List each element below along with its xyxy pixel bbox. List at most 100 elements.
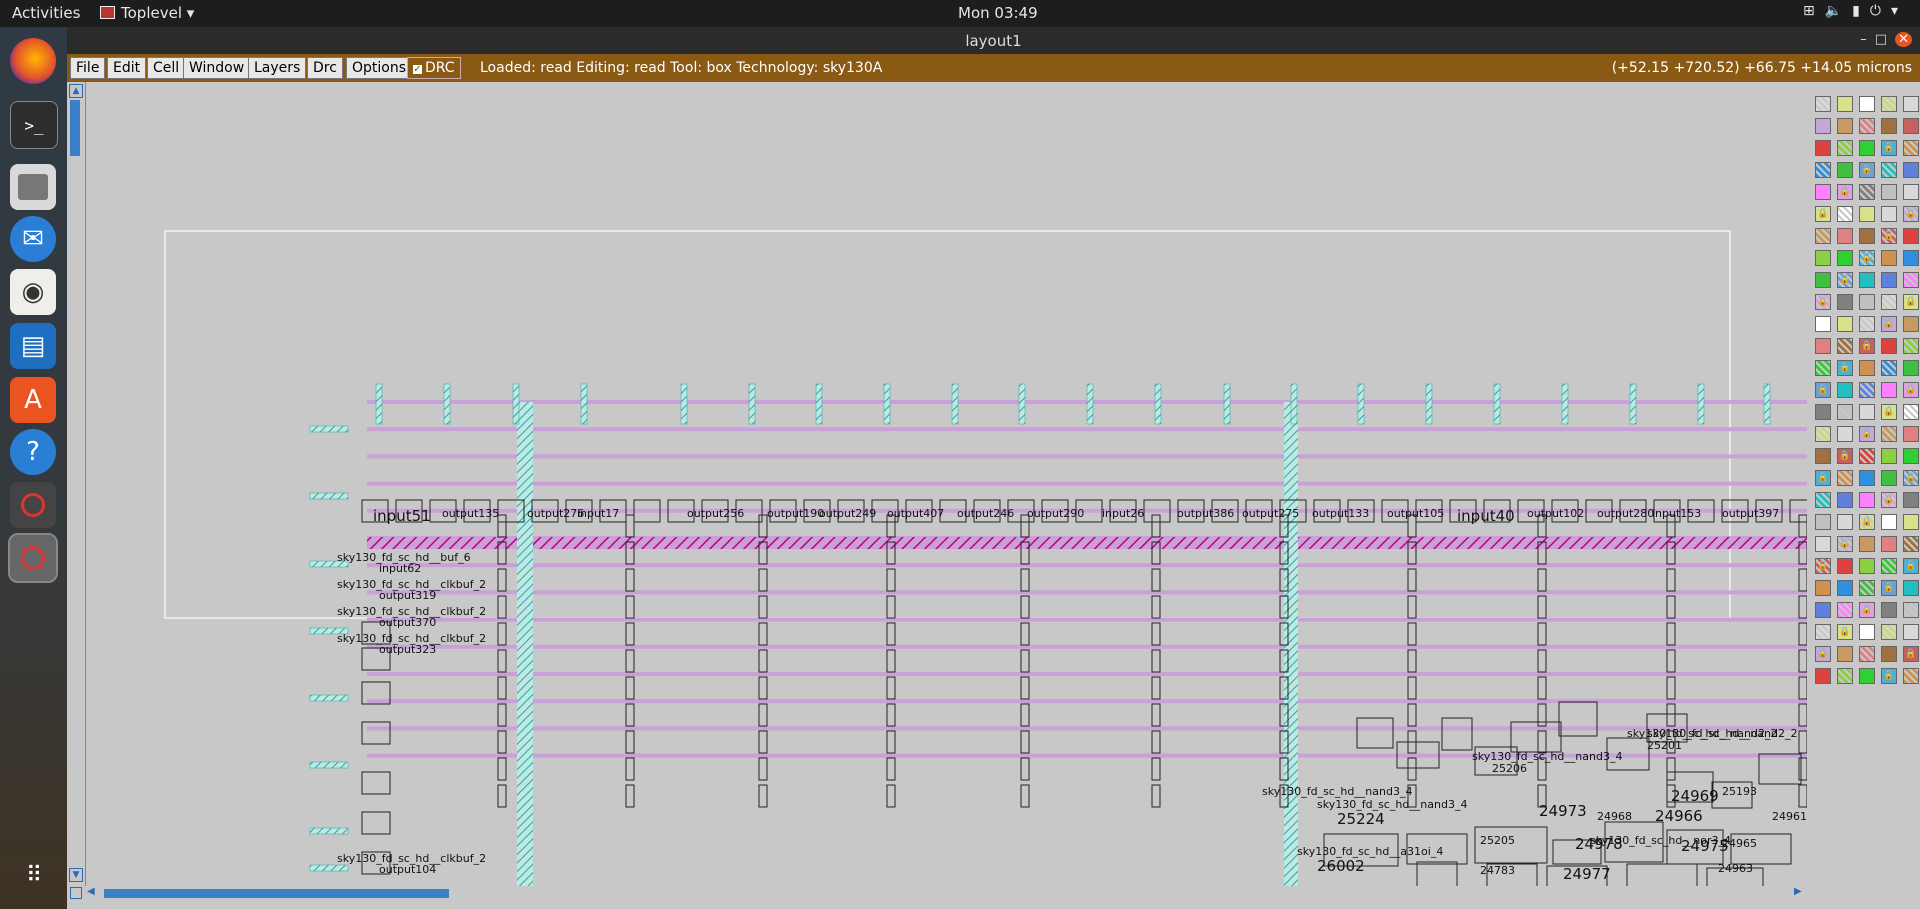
layer-tile[interactable] [1815, 536, 1831, 552]
close-icon[interactable]: ✕ [1895, 32, 1912, 47]
layer-tile[interactable] [1859, 96, 1875, 112]
layer-tile[interactable] [1815, 338, 1831, 354]
lock-icon[interactable]: 🔒 [1903, 470, 1919, 486]
horizontal-scroll-thumb[interactable] [104, 889, 449, 898]
layer-tile[interactable] [1859, 558, 1875, 574]
layer-tile[interactable] [1881, 514, 1897, 530]
layer-tile[interactable] [1903, 162, 1919, 178]
layer-tile[interactable] [1837, 514, 1853, 530]
layer-tile[interactable] [1881, 272, 1897, 288]
layer-tile[interactable] [1837, 206, 1853, 222]
menu-drc[interactable]: Drc [307, 57, 343, 79]
layer-tile[interactable] [1881, 338, 1897, 354]
layer-tile[interactable] [1881, 96, 1897, 112]
layer-tile[interactable] [1815, 96, 1831, 112]
layer-tile[interactable] [1903, 580, 1919, 596]
layer-tile[interactable] [1859, 294, 1875, 310]
horizontal-scrollbar[interactable]: ◀ ▶ [67, 886, 1807, 900]
rhythmbox-icon[interactable]: ◉ [10, 269, 56, 315]
layer-tile[interactable] [1881, 184, 1897, 200]
lock-icon[interactable]: 🔒 [1837, 536, 1853, 552]
lock-icon[interactable]: 🔒 [1815, 382, 1831, 398]
layer-tile[interactable] [1859, 206, 1875, 222]
layer-tile[interactable] [1837, 558, 1853, 574]
layer-tile[interactable] [1837, 492, 1853, 508]
layer-tile[interactable] [1881, 536, 1897, 552]
layer-tile[interactable] [1859, 580, 1875, 596]
scroll-right-icon[interactable]: ▶ [1794, 886, 1802, 897]
window-controls[interactable]: –□ ✕ [1860, 32, 1912, 47]
layer-tile[interactable] [1903, 228, 1919, 244]
layer-tile[interactable] [1859, 404, 1875, 420]
layer-tile[interactable] [1903, 316, 1919, 332]
layer-tile[interactable] [1815, 448, 1831, 464]
layer-tile[interactable] [1903, 96, 1919, 112]
layer-tile[interactable] [1837, 162, 1853, 178]
layer-tile[interactable] [1837, 404, 1853, 420]
activities-button[interactable]: Activities [12, 4, 80, 22]
lock-icon[interactable]: 🔒 [1903, 646, 1919, 662]
layer-tile[interactable] [1859, 184, 1875, 200]
layer-tile[interactable] [1859, 382, 1875, 398]
layer-tile[interactable] [1815, 426, 1831, 442]
lock-icon[interactable]: 🔒 [1881, 316, 1897, 332]
lock-icon[interactable]: 🔒 [1881, 580, 1897, 596]
menu-edit[interactable]: Edit [107, 57, 147, 79]
layer-tile[interactable] [1881, 470, 1897, 486]
lock-icon[interactable]: 🔒 [1881, 404, 1897, 420]
layer-tile[interactable] [1859, 272, 1875, 288]
menu-layers[interactable]: Layers [248, 57, 307, 79]
lock-icon[interactable]: 🔒 [1837, 360, 1853, 376]
scroll-left-icon[interactable]: ◀ [87, 886, 95, 897]
layer-tile[interactable] [1881, 602, 1897, 618]
lock-icon[interactable]: 🔒 [1881, 140, 1897, 156]
lock-icon[interactable]: 🔒 [1837, 624, 1853, 640]
app-menu[interactable]: Toplevel ▾ [100, 4, 194, 22]
layer-tile[interactable] [1815, 118, 1831, 134]
system-tray[interactable]: ⊞🔈▮⏻▾ [1803, 3, 1908, 19]
apps-grid-icon[interactable]: ⠿ [10, 852, 56, 898]
layer-tile[interactable] [1859, 140, 1875, 156]
layer-tile[interactable] [1881, 360, 1897, 376]
lock-icon[interactable]: 🔒 [1903, 558, 1919, 574]
layer-tile[interactable] [1859, 624, 1875, 640]
lock-icon[interactable]: 🔒 [1837, 272, 1853, 288]
clock[interactable]: Mon 03:49 [958, 4, 1038, 22]
scroll-down-icon[interactable]: ▼ [69, 868, 83, 882]
layer-tile[interactable] [1815, 228, 1831, 244]
lock-icon[interactable]: 🔒 [1881, 668, 1897, 684]
layer-tile[interactable] [1903, 118, 1919, 134]
maximize-icon[interactable]: □ [1875, 32, 1895, 47]
layer-tile[interactable] [1859, 360, 1875, 376]
lock-icon[interactable]: 🔒 [1859, 426, 1875, 442]
layer-tile[interactable] [1815, 162, 1831, 178]
help-icon[interactable]: ? [10, 429, 56, 475]
menu-window[interactable]: Window [183, 57, 251, 79]
layer-tile[interactable] [1859, 228, 1875, 244]
layer-tile[interactable] [1837, 602, 1853, 618]
layer-tile[interactable] [1859, 470, 1875, 486]
layer-tile[interactable] [1881, 448, 1897, 464]
layer-tile[interactable] [1903, 668, 1919, 684]
layer-tile[interactable] [1903, 492, 1919, 508]
lock-icon[interactable]: 🔒 [1859, 250, 1875, 266]
layer-tile[interactable] [1859, 448, 1875, 464]
terminal-icon[interactable]: >_ [10, 101, 58, 149]
layer-tile[interactable] [1837, 316, 1853, 332]
layer-tile[interactable] [1903, 272, 1919, 288]
layer-tile[interactable] [1815, 140, 1831, 156]
layer-tile[interactable] [1859, 668, 1875, 684]
vertical-scroll-thumb[interactable] [70, 100, 80, 156]
layer-tile[interactable] [1859, 646, 1875, 662]
minimize-icon[interactable]: – [1860, 32, 1875, 47]
files-icon[interactable] [10, 164, 56, 210]
layer-tile[interactable] [1815, 668, 1831, 684]
layer-tile[interactable] [1903, 448, 1919, 464]
layer-tile[interactable] [1859, 492, 1875, 508]
layer-tile[interactable] [1837, 96, 1853, 112]
mail-icon[interactable]: ✉ [10, 216, 56, 262]
layer-tile[interactable] [1837, 668, 1853, 684]
drc-toggle[interactable]: ✓ DRC [407, 57, 461, 79]
lock-icon[interactable]: 🔒 [1815, 206, 1831, 222]
layer-tile[interactable] [1903, 624, 1919, 640]
